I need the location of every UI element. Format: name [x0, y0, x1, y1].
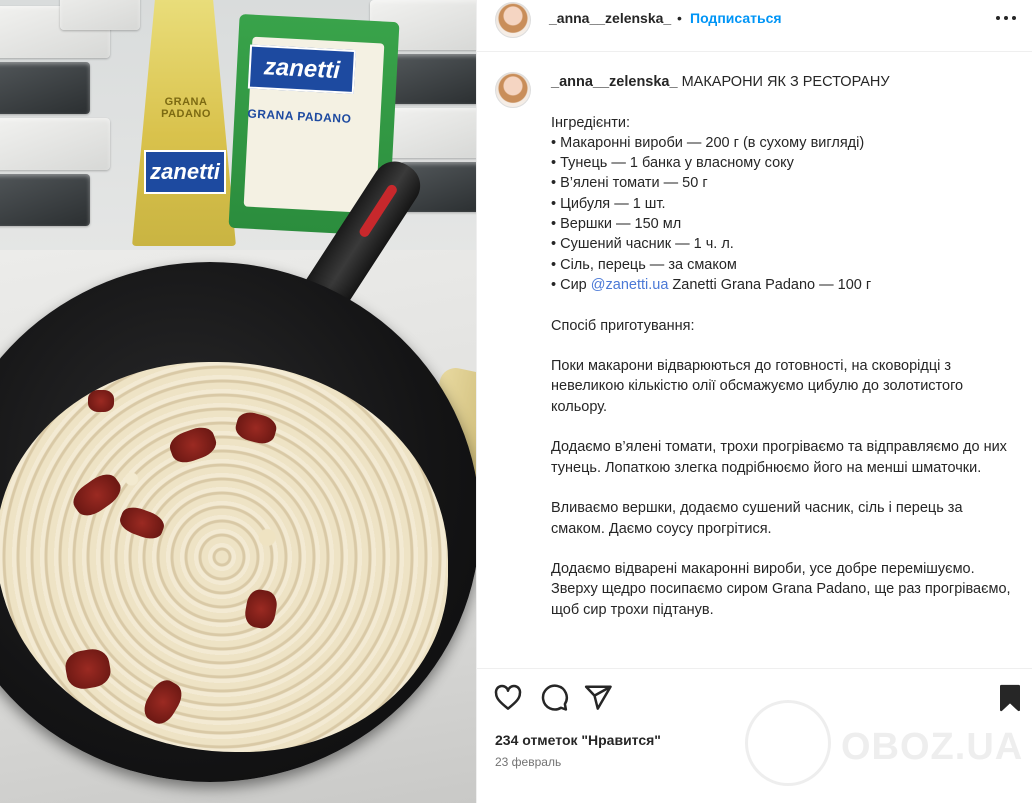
- method-step: Поки макарони відварюються до готовності…: [551, 358, 968, 415]
- ingredient-item: • Цибуля — 1 шт.: [551, 195, 666, 212]
- globe-icon: [745, 700, 831, 786]
- username-link[interactable]: _anna__zelenska_: [549, 10, 671, 26]
- method-heading: Спосіб приготування:: [551, 317, 695, 334]
- ingredient-item: • Сир @zanetti.ua Zanetti Grana Padano —…: [551, 275, 1011, 295]
- ingredient-item: • Тунець — 1 банка у власному соку: [551, 155, 794, 172]
- oboz-watermark: OBOZ.UA: [745, 700, 1022, 790]
- post-date[interactable]: 23 февраль: [495, 755, 561, 769]
- avatar[interactable]: [495, 72, 531, 108]
- cheese-suffix: Zanetti Grana Padano — 100 г: [668, 276, 872, 293]
- grana-padano-label: GRANA PADANO: [161, 96, 211, 120]
- sun-dried-tomato: [88, 390, 114, 412]
- likes-count[interactable]: 234 отметок "Нравится": [495, 732, 661, 748]
- ingredient-item: • Вершки — 150 мл: [551, 216, 682, 233]
- separator-dot: •: [677, 10, 682, 26]
- caption-text: _anna__zelenska_ МАКАРОНИ ЯК З РЕСТОРАНУ…: [551, 72, 1011, 620]
- comment-icon[interactable]: [539, 683, 569, 713]
- zanetti-logo: zanetti: [144, 150, 226, 194]
- watermark-text: OBOZ.UA: [841, 726, 1024, 768]
- method-step: Додаємо в’ялені томати, трохи прогріваєм…: [551, 439, 1011, 476]
- heart-icon[interactable]: [493, 683, 523, 713]
- method-step: Вливаємо вершки, додаємо сушений часник,…: [551, 500, 967, 537]
- zanetti-mention-link[interactable]: @zanetti.ua: [591, 277, 669, 293]
- method-step: Додаємо відварені макаронні вироби, усе …: [551, 561, 1015, 618]
- caption-username[interactable]: _anna__zelenska_: [551, 74, 678, 90]
- caption-area[interactable]: _anna__zelenska_ МАКАРОНИ ЯК З РЕСТОРАНУ…: [477, 52, 1032, 668]
- cheese-prefix: • Сир: [551, 276, 591, 293]
- post-photo[interactable]: GRANA PADANO zanetti zanetti GRANA PADAN…: [0, 0, 476, 803]
- post-header: _anna__zelenska_ • Подписаться: [477, 0, 1032, 52]
- caption-title: МАКАРОНИ ЯК З РЕСТОРАНУ: [677, 74, 890, 90]
- more-horizontal-icon[interactable]: [994, 8, 1018, 28]
- send-icon[interactable]: [583, 683, 613, 713]
- ingredient-item: • В’ялені томати — 50 г: [551, 175, 708, 192]
- ingredient-item: • Сіль, перець — за смаком: [551, 256, 737, 273]
- ingredient-item: • Макаронні вироби — 200 г (в сухому виг…: [551, 134, 865, 151]
- ingredients-heading: Інгредієнти:: [551, 114, 630, 131]
- avatar[interactable]: [495, 2, 531, 38]
- ingredient-item: • Сушений часник — 1 ч. л.: [551, 236, 734, 253]
- zanetti-logo: zanetti: [247, 44, 356, 95]
- post-panel: _anna__zelenska_ • Подписаться _anna__ze…: [476, 0, 1032, 803]
- follow-button[interactable]: Подписаться: [690, 10, 782, 26]
